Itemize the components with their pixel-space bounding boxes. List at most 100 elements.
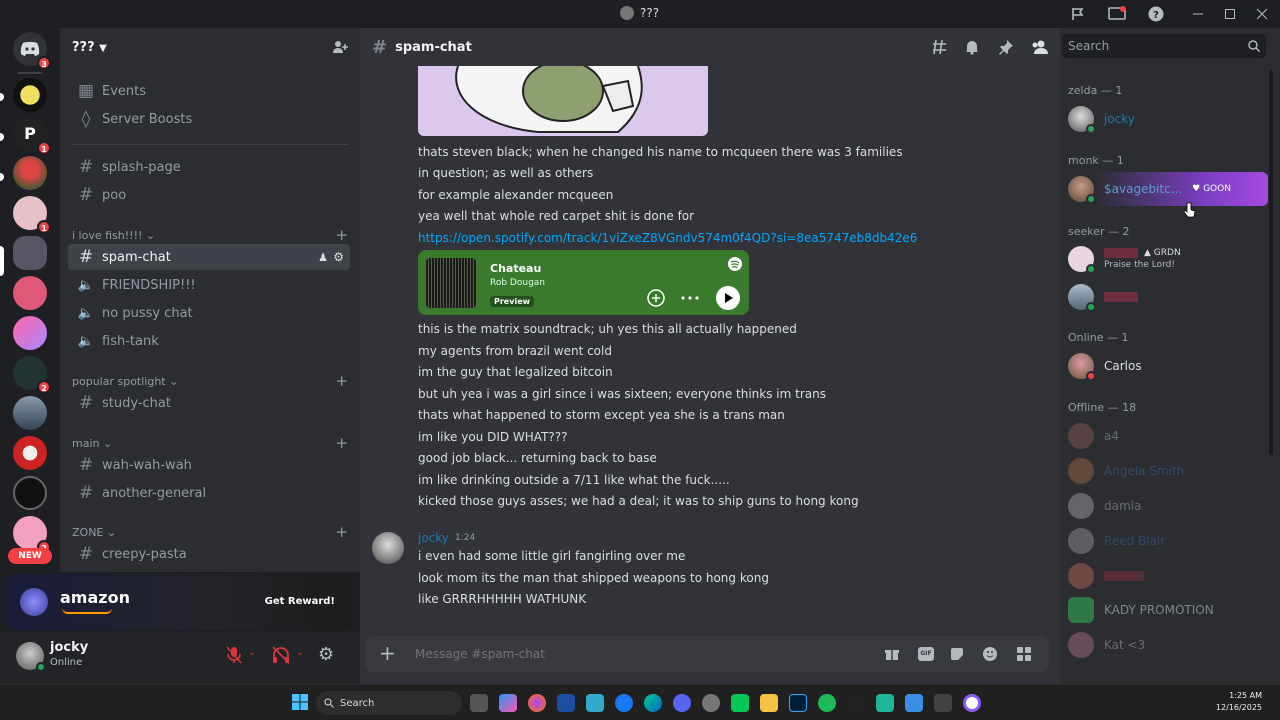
snipping-icon[interactable] bbox=[905, 694, 923, 712]
emoji-icon[interactable] bbox=[983, 647, 997, 661]
server-icon-onair[interactable] bbox=[13, 156, 47, 190]
apps-icon[interactable] bbox=[1017, 647, 1031, 661]
minimize-icon[interactable] bbox=[1192, 8, 1204, 20]
promo-banner[interactable]: amazon Get Reward! bbox=[8, 574, 351, 630]
category-popular-spotlight[interactable]: popular spotlight ⌄ + bbox=[72, 372, 348, 390]
server-icon-p[interactable]: P1 bbox=[13, 117, 51, 155]
track-title[interactable]: Chateau bbox=[490, 262, 541, 275]
server-icon-skull[interactable] bbox=[13, 78, 47, 112]
attach-plus-icon[interactable]: + bbox=[379, 641, 396, 665]
channel-splash-page[interactable]: # splash-page bbox=[68, 154, 350, 180]
task-view-icon[interactable] bbox=[470, 694, 488, 712]
channel-poo[interactable]: # poo bbox=[68, 182, 350, 208]
server-icon-bw[interactable] bbox=[13, 476, 47, 510]
category-zone[interactable]: ZONE ⌄ + bbox=[72, 523, 348, 541]
chevron-down-icon[interactable]: ⌄ bbox=[296, 648, 304, 658]
taskbar-search[interactable]: Search bbox=[316, 691, 462, 715]
get-reward-button[interactable]: Get Reward! bbox=[265, 596, 335, 607]
discord-home-icon[interactable]: 3 bbox=[13, 32, 51, 70]
bell-icon[interactable] bbox=[964, 39, 980, 55]
chevron-down-icon[interactable]: ⌄ bbox=[248, 648, 256, 658]
message-line: yea well that whole red carpet shit is d… bbox=[418, 209, 695, 223]
channel-spam-chat[interactable]: # spam-chat ♟ ⚙ bbox=[68, 244, 350, 270]
screen-share-icon[interactable] bbox=[1108, 6, 1126, 22]
channel-label: another-general bbox=[102, 485, 207, 501]
sticker-icon[interactable] bbox=[950, 647, 964, 661]
avatar[interactable] bbox=[16, 642, 46, 672]
spotify-embed[interactable]: Chateau Rob Dougan Preview bbox=[418, 250, 749, 315]
settings-gear-icon[interactable]: ⚙ bbox=[318, 644, 334, 665]
media-player-icon[interactable] bbox=[963, 694, 981, 712]
server-icon-santa[interactable] bbox=[13, 436, 47, 470]
line-icon[interactable] bbox=[731, 694, 749, 712]
new-badge: NEW bbox=[8, 548, 52, 564]
add-channel-icon[interactable]: + bbox=[335, 226, 348, 244]
search-input[interactable]: Search bbox=[1062, 34, 1266, 58]
xbox-icon[interactable] bbox=[934, 694, 952, 712]
category-i-love-fish[interactable]: i love fish!!!! ⌄ + bbox=[72, 226, 348, 244]
spotify-link[interactable]: https://open.spotify.com/track/1viZxeZ8V… bbox=[418, 231, 917, 245]
close-icon[interactable] bbox=[1256, 8, 1268, 20]
boosts-link[interactable]: ◊ Server Boosts bbox=[68, 106, 350, 132]
category-main[interactable]: main ⌄ + bbox=[72, 434, 348, 452]
invite-icon[interactable] bbox=[332, 39, 348, 55]
photoshop-icon[interactable] bbox=[789, 694, 807, 712]
app-teal-icon[interactable] bbox=[876, 694, 894, 712]
server-icon-anime-pink[interactable] bbox=[13, 276, 47, 310]
play-icon[interactable] bbox=[716, 286, 740, 310]
voice-fish-tank[interactable]: 🔈 fish-tank bbox=[68, 328, 350, 354]
create-invite-icon[interactable]: ♟ bbox=[318, 251, 328, 264]
channel-wah-wah-wah[interactable]: # wah-wah-wah bbox=[68, 452, 350, 478]
help-icon[interactable]: ? bbox=[1148, 6, 1164, 22]
settings-icon[interactable] bbox=[702, 694, 720, 712]
gift-icon[interactable] bbox=[885, 647, 899, 661]
threads-icon[interactable] bbox=[932, 39, 948, 55]
firefox-icon[interactable] bbox=[528, 694, 546, 712]
maximize-icon[interactable] bbox=[1224, 8, 1236, 20]
facebook-icon[interactable] bbox=[615, 694, 633, 712]
mic-muted-icon[interactable] bbox=[226, 646, 242, 664]
member-list-icon[interactable] bbox=[1030, 39, 1048, 55]
server-icon-dark[interactable]: 2 bbox=[13, 356, 51, 394]
edge-icon[interactable] bbox=[644, 694, 662, 712]
clock-date[interactable]: 12/16/2025 bbox=[1216, 703, 1262, 712]
voice-no-pussy-chat[interactable]: 🔈 no pussy chat bbox=[68, 300, 350, 326]
server-icon-sky[interactable] bbox=[13, 396, 47, 430]
events-link[interactable]: ▦ Events bbox=[68, 78, 350, 104]
file-explorer-icon[interactable] bbox=[760, 694, 778, 712]
deafen-icon[interactable] bbox=[272, 646, 290, 664]
server-icon-current[interactable] bbox=[13, 236, 47, 270]
windows-start-icon[interactable] bbox=[292, 694, 308, 710]
channel-another-general[interactable]: # another-general bbox=[68, 480, 350, 506]
add-channel-icon[interactable]: + bbox=[335, 523, 348, 541]
message-author[interactable]: jocky bbox=[418, 531, 449, 545]
message-line: i even had some little girl fangirling o… bbox=[418, 549, 686, 563]
pin-icon[interactable] bbox=[998, 39, 1014, 55]
channel-creepy-pasta[interactable]: # creepy-pasta bbox=[68, 541, 350, 567]
audio-icon[interactable] bbox=[847, 694, 865, 712]
voice-friendship[interactable]: 🔈 FRIENDSHIP!!! bbox=[68, 272, 350, 298]
server-header[interactable]: ??? ▼ bbox=[60, 28, 360, 66]
channel-study-chat[interactable]: # study-chat bbox=[68, 390, 350, 416]
avatar[interactable] bbox=[372, 532, 404, 564]
add-circle-icon[interactable] bbox=[647, 289, 665, 307]
more-icon[interactable] bbox=[681, 296, 699, 300]
add-channel-icon[interactable]: + bbox=[335, 434, 348, 452]
clock-time[interactable]: 1:25 AM bbox=[1229, 691, 1262, 700]
add-channel-icon[interactable]: + bbox=[335, 372, 348, 390]
notepad-icon[interactable] bbox=[586, 694, 604, 712]
server-icon-pink[interactable]: 1 bbox=[13, 196, 51, 234]
message-input[interactable] bbox=[415, 644, 865, 664]
copilot-icon[interactable] bbox=[499, 694, 517, 712]
nitro-orb-icon bbox=[20, 588, 48, 616]
server-icon-bunny[interactable]: 2 bbox=[13, 516, 51, 554]
spotify-icon[interactable] bbox=[818, 694, 836, 712]
gear-icon[interactable]: ⚙ bbox=[333, 250, 344, 264]
track-artist[interactable]: Rob Dougan bbox=[490, 278, 545, 288]
inbox-icon[interactable] bbox=[1070, 6, 1086, 22]
gif-icon[interactable]: GIF bbox=[918, 647, 934, 661]
app-icon[interactable] bbox=[557, 694, 575, 712]
server-icon-pastel[interactable] bbox=[13, 316, 47, 350]
image-attachment[interactable] bbox=[418, 66, 708, 136]
discord-taskbar-icon[interactable] bbox=[673, 694, 691, 712]
